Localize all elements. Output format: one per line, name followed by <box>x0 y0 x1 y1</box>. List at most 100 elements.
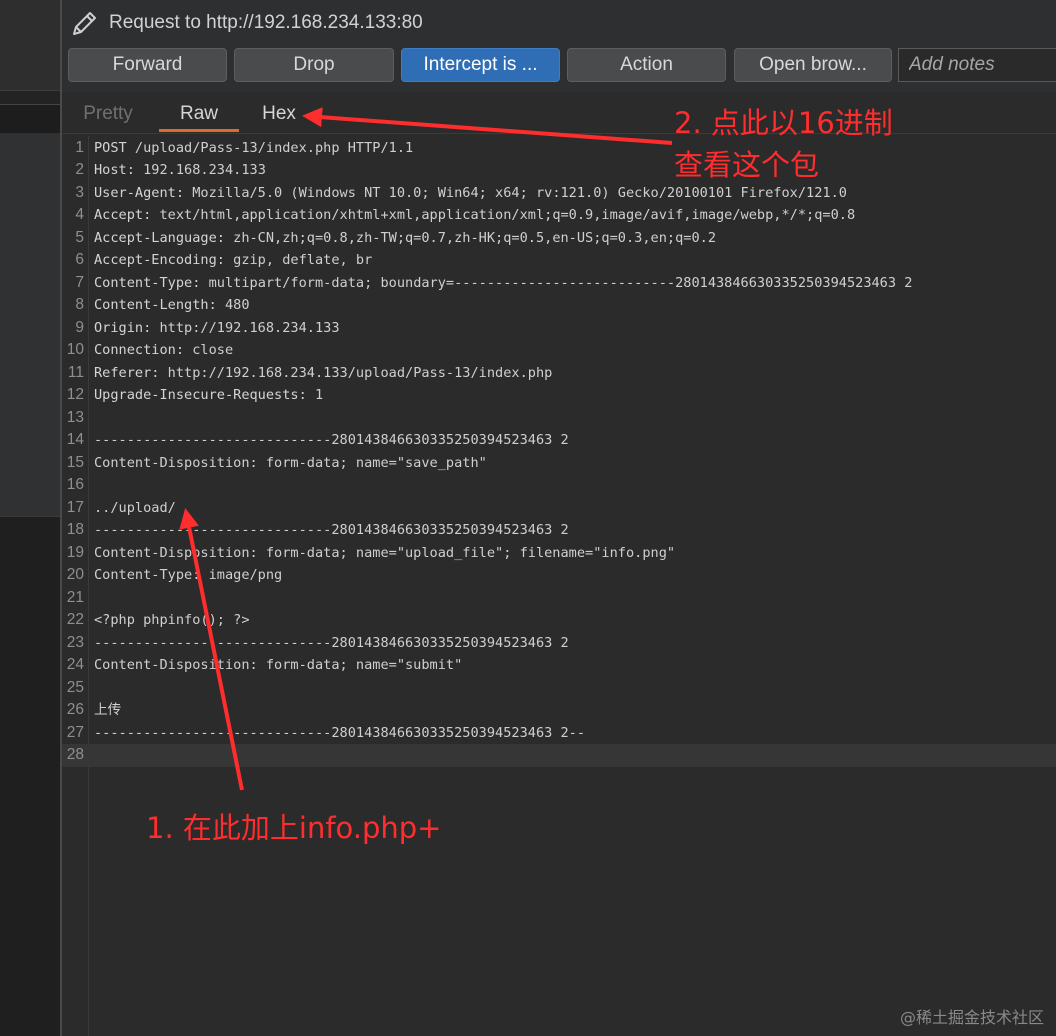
line-text[interactable]: 上传 <box>94 699 121 722</box>
line-text[interactable]: Content-Disposition: form-data; name="su… <box>94 654 462 677</box>
line-text[interactable]: User-Agent: Mozilla/5.0 (Windows NT 10.0… <box>94 182 847 205</box>
editor-line[interactable]: 19 Content-Disposition: form-data; name="… <box>62 542 1056 565</box>
header-value: Content-Disposition: form-data; name="sa… <box>94 454 487 471</box>
line-number: 16 <box>66 476 84 493</box>
intercept-toggle-button[interactable]: Intercept is ... <box>401 48 560 82</box>
header-value: : 480 <box>208 297 250 313</box>
header-value: ../upload/ <box>94 499 176 516</box>
editor-line[interactable]: 2 Host: 192.168.234.133 <box>62 159 1056 182</box>
line-text[interactable]: Content-Disposition: form-data; name="sa… <box>94 452 487 475</box>
line-number: 3 <box>75 183 84 201</box>
line-text[interactable]: -----------------------------28014384663… <box>94 632 569 655</box>
header-name: Accept-Language <box>94 229 217 246</box>
editor-line[interactable]: 11 Referer: http://192.168.234.133/upload… <box>62 362 1056 385</box>
tab-hex[interactable]: Hex <box>255 92 303 132</box>
pencil-icon[interactable] <box>70 8 100 38</box>
request-panel: Request to http://192.168.234.133:80 For… <box>62 0 1056 1036</box>
editor-line[interactable]: 9 Origin: http://192.168.234.133 <box>62 317 1056 340</box>
message-editor[interactable]: 1 POST /upload/Pass-13/index.php HTTP/1.1… <box>62 136 1056 1036</box>
line-number: 11 <box>67 363 84 381</box>
side-panel-list[interactable] <box>0 133 60 516</box>
editor-line[interactable]: 12 Upgrade-Insecure-Requests: 1 <box>62 384 1056 407</box>
editor-line[interactable]: 3 User-Agent: Mozilla/5.0 (Windows NT 10.… <box>62 182 1056 205</box>
editor-line[interactable]: 10 Connection: close <box>62 339 1056 362</box>
header-value: Content-Disposition: form-data; name="up… <box>94 544 676 561</box>
editor-line[interactable]: 27 -----------------------------280143846… <box>62 722 1056 745</box>
header-name: Host <box>94 162 127 178</box>
editor-line[interactable]: 5 Accept-Language: zh-CN,zh;q=0.8,zh-TW;q… <box>62 227 1056 250</box>
line-text[interactable]: Referer: http://192.168.234.133/upload/P… <box>94 362 552 385</box>
editor-line[interactable]: 14 -----------------------------280143846… <box>62 429 1056 452</box>
editor-line[interactable]: 16 <box>62 474 1056 497</box>
editor-line[interactable]: 26 上传 <box>62 699 1056 722</box>
editor-line[interactable]: 4 Accept: text/html,application/xhtml+xml… <box>62 204 1056 227</box>
tab-raw[interactable]: Raw <box>159 92 239 132</box>
header-name: Accept-Encoding <box>94 252 217 268</box>
line-number: 1 <box>75 138 84 156</box>
line-text[interactable]: Content-Type: multipart/form-data; bound… <box>94 272 912 295</box>
editor-line[interactable]: 8 Content-Length: 480 <box>62 294 1056 317</box>
editor-line[interactable]: 13 <box>62 407 1056 430</box>
line-number: 20 <box>66 566 84 583</box>
line-text[interactable]: <?php phpinfo(); ?> <box>94 609 250 632</box>
tab-pretty[interactable]: Pretty <box>76 92 140 132</box>
line-text[interactable]: Host: 192.168.234.133 <box>94 159 266 182</box>
line-text[interactable]: ../upload/ <box>94 497 176 520</box>
line-number: 13 <box>66 408 84 426</box>
line-text[interactable]: Accept: text/html,application/xhtml+xml,… <box>94 204 855 227</box>
line-text[interactable]: -----------------------------28014384663… <box>94 429 569 452</box>
line-text[interactable]: POST /upload/Pass-13/index.php HTTP/1.1 <box>94 137 413 160</box>
line-number: 14 <box>66 431 84 448</box>
line-text[interactable]: -----------------------------28014384663… <box>94 722 585 745</box>
line-number: 6 <box>75 251 84 268</box>
editor-line[interactable]: 22 <?php phpinfo(); ?> <box>62 609 1056 632</box>
editor-line[interactable]: 6 Accept-Encoding: gzip, deflate, br <box>62 249 1056 272</box>
editor-line[interactable]: 15 Content-Disposition: form-data; name="… <box>62 452 1056 475</box>
notes-input[interactable] <box>898 48 1056 82</box>
editor-line[interactable]: 20 Content-Type: image/png <box>62 564 1056 587</box>
line-text[interactable]: Origin: http://192.168.234.133 <box>94 317 340 340</box>
editor-line[interactable]: 7 Content-Type: multipart/form-data; boun… <box>62 272 1056 295</box>
editor-line[interactable]: 18 -----------------------------280143846… <box>62 519 1056 542</box>
editor-line[interactable]: 24 Content-Disposition: form-data; name="… <box>62 654 1056 677</box>
line-number: 25 <box>66 678 84 696</box>
editor-line[interactable]: 28 <box>62 744 1056 767</box>
line-number: 8 <box>75 296 84 313</box>
header-value: -----------------------------28014384663… <box>94 432 569 448</box>
line-number: 21 <box>66 588 84 606</box>
editor-line[interactable]: 25 <box>62 677 1056 700</box>
line-number: 24 <box>66 656 84 673</box>
drop-button[interactable]: Drop <box>234 48 394 82</box>
header-name: User-Agent <box>94 184 176 201</box>
editor-line[interactable]: 21 <box>62 587 1056 610</box>
forward-button[interactable]: Forward <box>68 48 227 82</box>
line-text[interactable]: Connection: close <box>94 339 233 362</box>
header-name: Content-Type <box>94 274 193 291</box>
line-text[interactable]: Upgrade-Insecure-Requests: 1 <box>94 384 323 407</box>
header-value: Content-Type: image/png <box>94 567 283 583</box>
line-text[interactable]: Accept-Language: zh-CN,zh;q=0.8,zh-TW;q=… <box>94 227 716 250</box>
header-name: POST <box>94 139 127 156</box>
open-browser-button[interactable]: Open brow... <box>734 48 892 82</box>
header-name: Content-Length <box>94 297 209 313</box>
line-text[interactable]: Accept-Encoding: gzip, deflate, br <box>94 249 372 272</box>
line-number: 27 <box>66 723 84 741</box>
view-tabs: Pretty Raw Hex <box>62 92 1056 134</box>
line-text[interactable]: -----------------------------28014384663… <box>94 519 569 542</box>
line-text[interactable]: Content-Disposition: form-data; name="up… <box>94 542 675 565</box>
line-text[interactable]: Content-Type: image/png <box>94 564 282 587</box>
header-value: -----------------------------28014384663… <box>94 724 586 741</box>
header-value: : http://192.168.234.133/upload/Pass-13/… <box>151 364 553 381</box>
editor-line[interactable]: 23 -----------------------------280143846… <box>62 632 1056 655</box>
request-title: Request to http://192.168.234.133:80 <box>109 12 423 33</box>
header-value: : http://192.168.234.133 <box>143 319 340 336</box>
line-text[interactable]: Content-Length: 480 <box>94 294 250 317</box>
action-button[interactable]: Action <box>567 48 726 82</box>
header-value: : 1 <box>298 387 324 403</box>
line-number: 7 <box>75 273 84 291</box>
editor-line[interactable]: 17 ../upload/ <box>62 497 1056 520</box>
header-name: Connection <box>94 342 176 358</box>
line-number: 28 <box>66 746 84 763</box>
request-header: Request to http://192.168.234.133:80 For… <box>62 0 1056 92</box>
editor-line[interactable]: 1 POST /upload/Pass-13/index.php HTTP/1.1 <box>62 137 1056 160</box>
